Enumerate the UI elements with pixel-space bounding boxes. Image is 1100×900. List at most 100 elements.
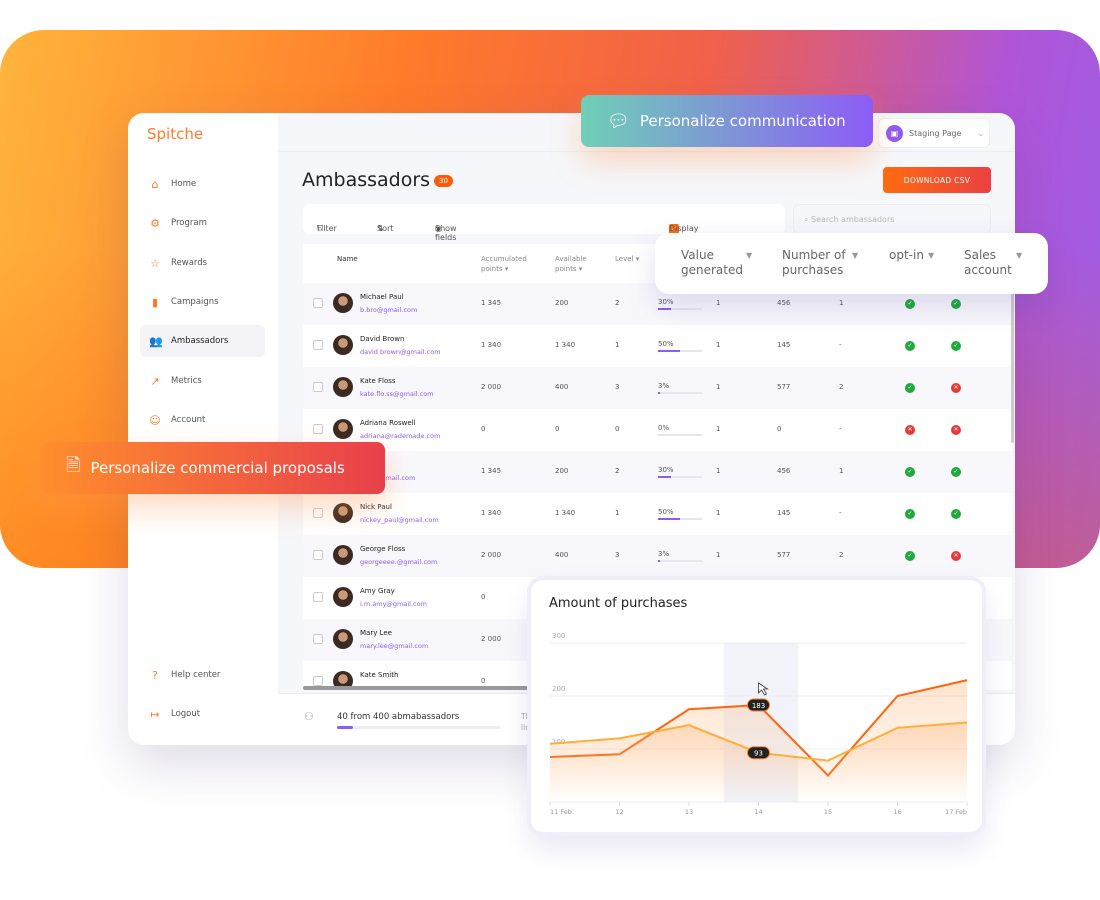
level-progress-percent: 50% [658, 340, 674, 348]
level-progress-percent: 3% [658, 382, 670, 390]
table-row[interactable]: mith mith@gmail.com 1 345200 2 30% 1 456… [303, 451, 1012, 493]
ambassador-quota: 40 from 400 abmabassadors [337, 712, 460, 722]
sidebar: Spitche ⌂ Home ⚙ Program ☆ Rewards ▮ Campaigns 👥… [128, 113, 278, 745]
sidebar-item-ambassadors[interactable]: 👥 Ambassadors [140, 325, 265, 357]
accumulated-points: 0 [481, 425, 486, 433]
header-level[interactable]: Level ▾ [615, 244, 639, 283]
sort-arrow-icon: ▼ [928, 251, 935, 260]
header-available-label: Available points [555, 255, 587, 273]
accumulated-points: 1 340 [481, 509, 502, 517]
row-value: - [839, 509, 842, 517]
x-circle-icon: ✕ [951, 425, 961, 435]
ambassador-email[interactable]: i.m.amy@gmail.com [360, 600, 427, 608]
download-csv-button[interactable]: DOWNLOAD CSV [883, 167, 991, 193]
document-icon: 🗎 [66, 455, 81, 476]
sidebar-item-campaigns[interactable]: ▮ Campaigns [140, 286, 265, 318]
number-of-purchases: 456 [777, 467, 791, 475]
sidebar-item-logout[interactable]: ↦ Logout [140, 698, 265, 730]
level-progress-bar [658, 392, 702, 394]
check-circle-icon: ✓ [905, 299, 915, 309]
logout-icon: ↦ [150, 707, 160, 721]
campaigns-icon: ▮ [151, 295, 159, 309]
staging-page-select[interactable]: ▣ Staging Page ⌄ [878, 118, 990, 148]
table-row[interactable]: Nick Paul nickey_paul@gmail.com 1 340 1 3… [303, 493, 1012, 535]
available-points: 0 [555, 425, 560, 433]
sidebar-item-rewards[interactable]: ☆ Rewards [140, 247, 265, 279]
accumulated-points: 2 000 [481, 635, 502, 643]
check-circle-icon: ✓ [905, 509, 915, 519]
ambassador-email[interactable]: b.bro@gmail.com [360, 306, 417, 314]
ambassador-email[interactable]: georgeeee.@gmail.com [360, 558, 437, 566]
ambassador-name: George Floss [360, 545, 406, 553]
ambassador-email[interactable]: kate.flo.ss@gmail.com [360, 390, 434, 398]
avatar [333, 587, 353, 607]
level: 2 [615, 299, 620, 307]
level: 3 [615, 551, 620, 559]
x-tick-label: 16 [893, 808, 901, 816]
value-generated: 1 [716, 509, 721, 517]
accumulated-points: 1 345 [481, 299, 502, 307]
level: 1 [615, 509, 620, 517]
row-checkbox[interactable] [313, 382, 323, 392]
check-circle-icon: ✓ [905, 551, 915, 561]
header-available[interactable]: Available points ▾ [555, 244, 603, 283]
avatar [333, 377, 353, 397]
x-tick-label: 12 [615, 808, 623, 816]
header-opt-in[interactable]: opt-in [889, 248, 924, 263]
row-value: 2 [839, 551, 844, 559]
table-row[interactable]: George Floss georgeeee.@gmail.com 2 000 4… [303, 535, 1012, 577]
row-checkbox[interactable] [313, 508, 323, 518]
number-of-purchases: 577 [777, 383, 791, 391]
header-number-of-purchases[interactable]: Number of purchases [782, 248, 852, 278]
level-progress-percent: 30% [658, 298, 674, 306]
check-circle-icon: ✓ [951, 341, 961, 351]
row-value: 2 [839, 383, 844, 391]
header-name[interactable]: Name [337, 244, 358, 283]
sort-arrow-icon: ▼ [746, 251, 753, 260]
available-points: 400 [555, 551, 569, 559]
check-circle-icon: ✓ [951, 467, 961, 477]
sidebar-item-home[interactable]: ⌂ Home [140, 168, 265, 200]
row-checkbox[interactable] [313, 424, 323, 434]
row-checkbox[interactable] [313, 592, 323, 602]
available-points: 200 [555, 299, 569, 307]
header-accumulated-label: Accumulated points [481, 255, 527, 273]
row-checkbox[interactable] [313, 340, 323, 350]
row-checkbox[interactable] [313, 550, 323, 560]
header-value-generated[interactable]: Value generated [681, 248, 743, 278]
avatar [333, 545, 353, 565]
level-progress-bar [658, 476, 702, 478]
table-row[interactable]: Adriana Roswell adriana@rademade.com 00 … [303, 409, 1012, 451]
value-generated: 1 [716, 425, 721, 433]
level-progress-bar [658, 350, 702, 352]
row-checkbox[interactable] [313, 676, 323, 686]
ambassador-name: Kate Smith [360, 671, 399, 679]
accumulated-points: 2 000 [481, 383, 502, 391]
ambassador-email[interactable]: david.brown@gmail.com [360, 348, 441, 356]
level-progress-percent: 50% [658, 508, 674, 516]
row-checkbox[interactable] [313, 634, 323, 644]
header-sales-account[interactable]: Sales account [964, 248, 1019, 278]
sidebar-item-help-center[interactable]: ? Help center [140, 659, 265, 691]
horizontal-scrollbar[interactable] [303, 686, 530, 690]
sidebar-item-program[interactable]: ⚙ Program [140, 207, 265, 239]
ambassador-email[interactable]: adriana@rademade.com [360, 432, 440, 440]
avatar [333, 335, 353, 355]
header-accumulated[interactable]: Accumulated points ▾ [481, 244, 541, 283]
table-row[interactable]: Kate Floss kate.flo.ss@gmail.com 2 000 40… [303, 367, 1012, 409]
sidebar-item-metrics[interactable]: ↗ Metrics [140, 365, 265, 397]
banner-text: Personalize communication [639, 112, 846, 130]
row-checkbox[interactable] [313, 298, 323, 308]
vertical-scrollbar[interactable] [1011, 293, 1014, 443]
ambassador-email[interactable]: mary.lee@gmail.com [360, 642, 428, 650]
sidebar-item-label: Home [171, 179, 197, 189]
store-icon: ▣ [886, 124, 903, 142]
number-of-purchases: 145 [777, 341, 791, 349]
tooltip-value: 93 [754, 750, 763, 758]
search-input[interactable]: ⌕ Search ambassadors [793, 204, 991, 234]
sidebar-item-account[interactable]: ☺ Account [140, 404, 265, 436]
ambassador-email[interactable]: nickey_paul@gmail.com [360, 516, 439, 524]
available-points: 200 [555, 467, 569, 475]
level-progress-percent: 3% [658, 550, 670, 558]
table-row[interactable]: David Brown david.brown@gmail.com 1 340 1… [303, 325, 1012, 367]
